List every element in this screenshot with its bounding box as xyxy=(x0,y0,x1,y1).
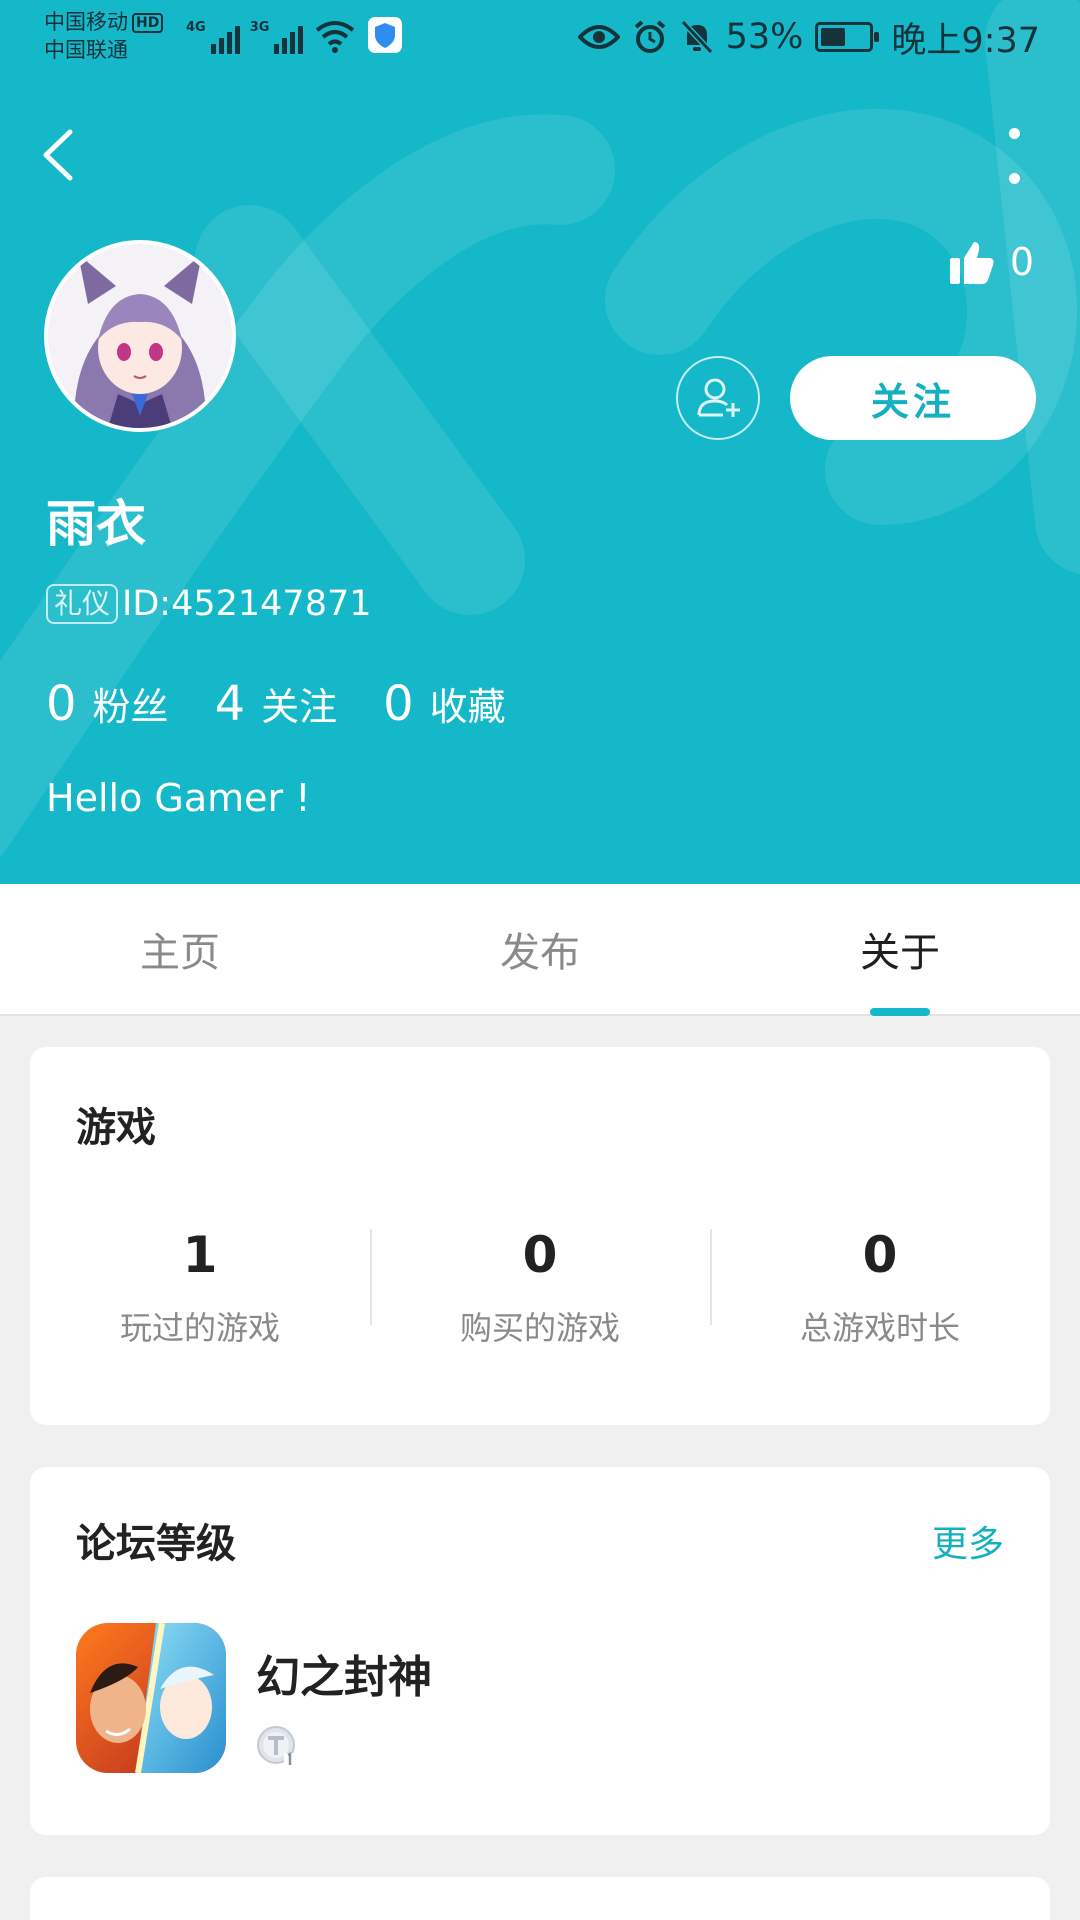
stat-games-purchased[interactable]: 0 购买的游戏 xyxy=(370,1223,710,1349)
security-shield-icon xyxy=(368,17,403,53)
id-row: 礼仪 ID:452147871 xyxy=(46,584,372,624)
signal-4g-icon: 4G xyxy=(186,20,240,54)
more-dot-icon xyxy=(1008,173,1020,184)
user-id: ID:452147871 xyxy=(122,584,372,624)
add-user-icon xyxy=(697,378,740,417)
back-button[interactable] xyxy=(40,120,90,190)
tab-about[interactable]: 关于 xyxy=(720,884,1080,1016)
stat-label: 粉丝 xyxy=(92,685,169,729)
watermark-logo xyxy=(0,0,1080,858)
game-name[interactable]: 幻之封神 xyxy=(256,1641,432,1705)
tab-posts[interactable]: 发布 xyxy=(360,884,720,1014)
game-icon[interactable] xyxy=(76,1623,226,1773)
games-card: 游戏 1 玩过的游戏 0 购买的游戏 0 总游戏时长 xyxy=(30,1047,1050,1425)
tab-home[interactable]: 主页 xyxy=(0,884,360,1014)
game-stats: 1 玩过的游戏 0 购买的游戏 0 总游戏时长 xyxy=(30,1223,1050,1349)
games-card-title: 游戏 xyxy=(76,1105,156,1151)
thumbs-up-icon xyxy=(949,242,994,284)
next-card xyxy=(30,1877,1050,1920)
signal-3g-icon: 3G xyxy=(250,20,304,54)
stat-value: 0 xyxy=(383,676,414,732)
game-art-image xyxy=(76,1623,226,1773)
stat-value: 0 xyxy=(862,1226,898,1284)
alarm-icon xyxy=(634,20,665,53)
hd-badge: HD xyxy=(132,13,164,33)
eye-icon xyxy=(577,25,620,49)
status-bar: 中国移动 HD 中国联通 4G 3G 53% 晚上9:37 xyxy=(0,0,1080,80)
stat-followers[interactable]: 0 粉丝 xyxy=(46,676,169,732)
follow-button[interactable]: 关注 xyxy=(790,356,1036,440)
battery-percent: 53% xyxy=(725,17,804,57)
stat-games-played[interactable]: 1 玩过的游戏 xyxy=(30,1223,370,1349)
profile-header: 中国移动 HD 中国联通 4G 3G 53% 晚上9:37 0 关注 雨衣 礼仪… xyxy=(0,0,1080,884)
profile-stats: 0 粉丝 4 关注 0 收藏 xyxy=(46,676,552,732)
stat-label: 收藏 xyxy=(429,685,506,729)
carrier-2: 中国联通 xyxy=(44,38,128,62)
stat-following[interactable]: 4 关注 xyxy=(215,676,338,732)
forum-card-title: 论坛等级 xyxy=(76,1521,236,1567)
likes-count: 0 xyxy=(1009,240,1034,284)
signal-group: 4G 3G xyxy=(186,14,403,54)
avatar[interactable] xyxy=(44,240,236,432)
forum-level-card: 论坛等级 更多 幻之封神 xyxy=(30,1467,1050,1835)
profile-tabs: 主页 发布 关于 xyxy=(0,884,1080,1016)
stat-favorites[interactable]: 0 收藏 xyxy=(383,676,506,732)
bio-text: Hello Gamer ! xyxy=(46,776,311,820)
mute-bell-icon xyxy=(680,19,713,55)
carrier-info: 中国移动 HD 中国联通 xyxy=(44,8,164,64)
wifi-icon xyxy=(316,21,355,53)
carrier-1: 中国移动 xyxy=(44,10,128,34)
stat-label: 关注 xyxy=(261,685,338,729)
stat-value: 0 xyxy=(46,676,77,732)
stat-value: 4 xyxy=(214,676,246,732)
level-badge-icon xyxy=(257,1726,296,1767)
more-options-button[interactable] xyxy=(992,128,1036,184)
add-friend-button[interactable] xyxy=(676,356,760,440)
likes-counter[interactable]: 0 xyxy=(948,238,1034,286)
clock: 晚上9:37 xyxy=(891,20,1040,61)
stat-label: 玩过的游戏 xyxy=(119,1309,280,1347)
network-type-2: 3G xyxy=(249,20,270,35)
network-type-1: 4G xyxy=(186,20,206,35)
back-arrow-icon xyxy=(43,129,73,181)
username: 雨衣 xyxy=(46,495,146,553)
avatar-image xyxy=(48,244,232,428)
more-dot-icon xyxy=(1008,128,1020,139)
battery-level xyxy=(821,28,846,46)
stat-label: 总游戏时长 xyxy=(799,1309,960,1347)
stat-label: 购买的游戏 xyxy=(459,1309,620,1347)
etiquette-badge[interactable]: 礼仪 xyxy=(46,584,119,624)
stat-value: 0 xyxy=(522,1226,558,1284)
battery-icon xyxy=(815,22,880,52)
stat-total-playtime[interactable]: 0 总游戏时长 xyxy=(710,1223,1050,1349)
more-link[interactable]: 更多 xyxy=(932,1515,1004,1567)
stat-value: 1 xyxy=(182,1226,218,1284)
status-right: 53% 晚上9:37 xyxy=(577,10,1040,64)
